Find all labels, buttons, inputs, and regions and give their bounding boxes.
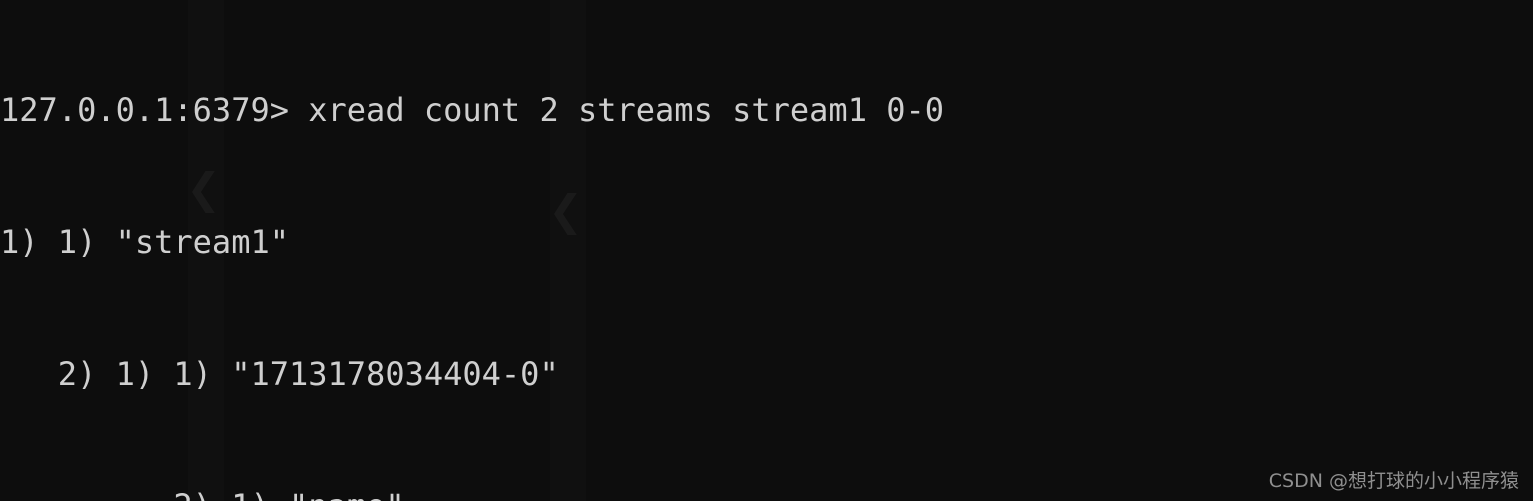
terminal-output[interactable]: 127.0.0.1:6379> xread count 2 streams st… — [0, 0, 1533, 501]
terminal-window: ❮ ❮ 127.0.0.1:6379> xread count 2 stream… — [0, 0, 1533, 501]
terminal-line: 2) 1) 1) "1713178034404-0" — [0, 355, 559, 393]
terminal-line: 1) 1) "stream1" — [0, 223, 289, 261]
terminal-line: 127.0.0.1:6379> xread count 2 streams st… — [0, 91, 945, 129]
csdn-watermark: CSDN @想打球的小小程序猿 — [1268, 470, 1519, 492]
